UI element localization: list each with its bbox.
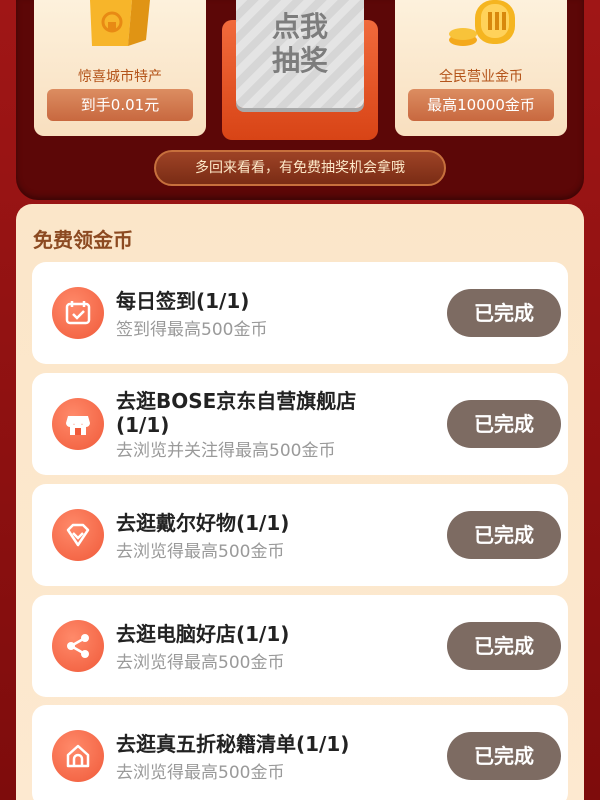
store-icon: [52, 398, 104, 450]
task-subtitle: 去浏览并关注得最高500金币: [116, 441, 336, 461]
section-title: 免费领金币: [33, 228, 133, 252]
task-title: 去逛BOSE京东自营旗舰店(1/1): [116, 389, 357, 437]
prize-title: 全民营业金币: [439, 69, 523, 85]
prize-card-city-specialty[interactable]: 惊喜城市特产 到手0.01元: [34, 0, 206, 136]
task-title: 去逛电脑好店(1/1): [116, 622, 290, 646]
task-title: 去逛真五折秘籍清单(1/1): [116, 732, 350, 756]
prize-coins-pill: 最高10000金币: [408, 89, 554, 121]
task-completed-button[interactable]: 已完成: [447, 400, 561, 448]
task-subtitle: 去浏览得最高500金币: [116, 542, 285, 562]
calendar-check-icon: [52, 287, 104, 339]
task-completed-button[interactable]: 已完成: [447, 511, 561, 559]
task-completed-button[interactable]: 已完成: [447, 732, 561, 780]
prize-title: 惊喜城市特产: [78, 69, 162, 85]
draw-button-line2: 抽奖: [271, 44, 328, 77]
task-item-bose-store: 去逛BOSE京东自营旗舰店(1/1) 去浏览并关注得最高500金币 已完成: [32, 373, 568, 475]
share-icon: [52, 620, 104, 672]
draw-button[interactable]: 点我 抽奖: [236, 0, 364, 108]
task-completed-button[interactable]: 已完成: [447, 622, 561, 670]
task-title: 每日签到(1/1): [116, 289, 250, 313]
home-icon: [52, 730, 104, 782]
prize-price-pill: 到手0.01元: [47, 89, 193, 121]
gold-coins-icon: [449, 0, 515, 46]
task-item-computer-store: 去逛电脑好店(1/1) 去浏览得最高500金币 已完成: [32, 595, 568, 697]
free-draw-notice: 多回来看看，有免费抽奖机会拿哦: [154, 150, 446, 186]
task-item-daily-checkin: 每日签到(1/1) 签到得最高500金币 已完成: [32, 262, 568, 364]
task-subtitle: 去浏览得最高500金币: [116, 763, 285, 783]
task-title: 去逛戴尔好物(1/1): [116, 511, 290, 535]
task-subtitle: 签到得最高500金币: [116, 320, 268, 340]
prize-card-gold-coins[interactable]: 全民营业金币 最高10000金币: [395, 0, 567, 136]
task-completed-button[interactable]: 已完成: [447, 289, 561, 337]
task-subtitle: 去浏览得最高500金币: [116, 653, 285, 673]
gift-box-icon: [90, 0, 150, 46]
draw-button-line1: 点我: [271, 10, 328, 43]
gem-icon: [52, 509, 104, 561]
task-item-dell-goods: 去逛戴尔好物(1/1) 去浏览得最高500金币 已完成: [32, 484, 568, 586]
free-coins-panel: 免费领金币 每日签到(1/1) 签到得最高500金币 已完成 去逛BOSE京东自…: [16, 204, 584, 800]
task-item-half-price-list: 去逛真五折秘籍清单(1/1) 去浏览得最高500金币 已完成: [32, 705, 568, 800]
